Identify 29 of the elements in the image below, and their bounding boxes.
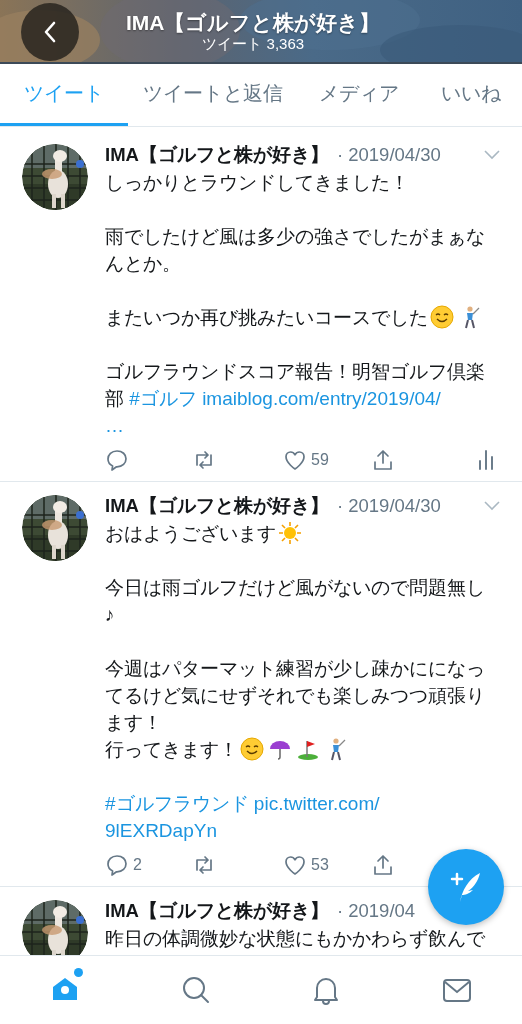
- tweet-link[interactable]: #ゴルフ: [129, 388, 197, 409]
- tweet-link[interactable]: pic.twitter.com/: [253, 793, 380, 814]
- author-name: IMA【ゴルフと株が好き】: [105, 494, 329, 518]
- action-count: 59: [311, 450, 329, 470]
- tweet-date: · 2019/04/30: [336, 494, 441, 518]
- tweet-text: 今週はパターマット練習が少し疎かにになっ てるけど気にせずそれでも楽しみつつ頑張り ます！ 行ってきます！: [105, 657, 486, 763]
- tweet-text: おはようございます: [105, 520, 506, 547]
- tweet-link[interactable]: #ゴルフラウンド: [105, 793, 249, 814]
- tweet-text: 今日は雨ゴルフだけど風がないので問題無し ♪: [105, 576, 486, 627]
- tweet-date: · 2019/04: [336, 899, 416, 923]
- tweet-text: 昨日の体調微妙な状態にもかかわらず飲んで: [105, 927, 486, 951]
- tweet-text: 雨でしたけど風は多少の強さでしたがまぁな んとか。: [105, 225, 486, 276]
- profile-tab[interactable]: メディア: [298, 64, 420, 126]
- tweet-count: ツイート 3,363: [202, 35, 305, 53]
- tweet-link[interactable]: imaiblog.com/entry/2019/04/: [202, 388, 441, 409]
- author-name: IMA【ゴルフと株が好き】: [105, 899, 329, 923]
- tweet-link[interactable]: 9lEXRDapYn: [105, 820, 217, 841]
- tweet-date: · 2019/04/30: [336, 143, 441, 167]
- author-name: IMA【ゴルフと株が好き】: [105, 143, 329, 167]
- profile-tab[interactable]: ツイートと返信: [128, 64, 298, 126]
- profile-tab[interactable]: いいね: [420, 64, 522, 126]
- tweet-text: またいつか再び挑みたいコースでした: [105, 304, 506, 331]
- tweet-link[interactable]: …: [105, 415, 124, 436]
- action-count: 53: [311, 855, 329, 875]
- tweet-text: しっかりとラウンドしてきました！: [105, 171, 410, 195]
- action-count: 2: [133, 855, 142, 875]
- profile-tab[interactable]: ツイート: [0, 64, 128, 126]
- tweet-text: ゴルフラウンドスコア報告！明智ゴルフ倶楽 部 #ゴルフ imaiblog.com/entry/2019/04/ …: [105, 360, 486, 438]
- profile-name: IMA【ゴルフと株が好き】: [126, 11, 381, 35]
